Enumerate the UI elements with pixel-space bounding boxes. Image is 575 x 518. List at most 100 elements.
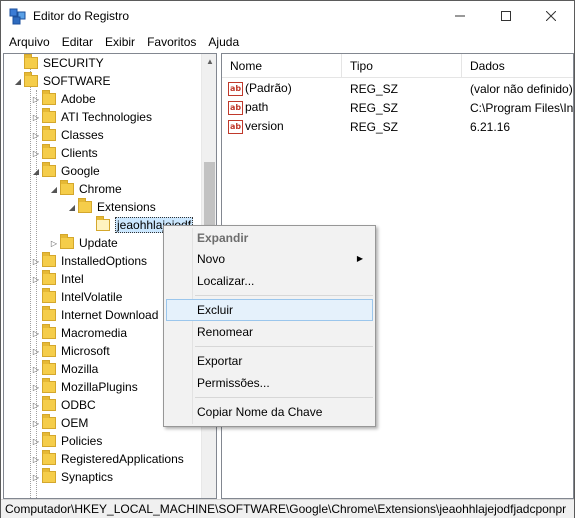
tree-item-label: MozillaPlugins [61, 380, 138, 394]
expand-icon[interactable]: ▷ [30, 360, 42, 378]
value-row[interactable]: ab (Padrão) REG_SZ (valor não definido) [222, 79, 573, 98]
column-header-data[interactable]: Dados [462, 54, 573, 78]
maximize-button[interactable] [483, 1, 529, 31]
column-header-name[interactable]: Nome [222, 54, 342, 78]
value-data: C:\Program Files\In [470, 100, 574, 115]
tree-item-security[interactable]: SECURITY [12, 54, 104, 72]
collapse-icon[interactable]: ◢ [30, 162, 42, 180]
folder-icon [78, 198, 92, 213]
tree-item-intel[interactable]: ▷ Intel [30, 270, 84, 288]
menu-item-export[interactable]: Exportar [166, 350, 373, 372]
menu-item-find[interactable]: Localizar... [166, 270, 373, 292]
folder-icon [42, 108, 56, 123]
expand-icon[interactable]: ▷ [30, 270, 42, 288]
scroll-up-icon[interactable]: ▲ [202, 54, 216, 70]
tree-item-label: Mozilla [61, 362, 99, 376]
folder-icon [42, 396, 56, 411]
tree-item-mozilla[interactable]: ▷ Mozilla [30, 360, 98, 378]
tree-item-classes[interactable]: ▷ Classes [30, 126, 104, 144]
menu-item-copy-key-name[interactable]: Copiar Nome da Chave [166, 401, 373, 423]
value-type: REG_SZ [350, 81, 399, 96]
value-type: REG_SZ [350, 100, 399, 115]
tree-item-software[interactable]: ◢ SOFTWARE [12, 72, 111, 90]
expand-icon[interactable]: ▷ [30, 432, 42, 450]
menu-item-rename[interactable]: Renomear [166, 321, 373, 343]
menu-editar[interactable]: Editar [56, 32, 99, 52]
tree-item-macromedia[interactable]: ▷ Macromedia [30, 324, 127, 342]
tree-item-internet-download[interactable]: Internet Download [30, 306, 158, 324]
folder-icon [42, 288, 56, 303]
tree-item-chrome[interactable]: ◢ Chrome [48, 180, 122, 198]
tree-item-installedoptions[interactable]: ▷ InstalledOptions [30, 252, 147, 270]
string-value-icon: ab [228, 81, 243, 96]
tree-item-label: Synaptics [61, 470, 114, 484]
tree-item-clients[interactable]: ▷ Clients [30, 144, 98, 162]
tree-item-intelvolatile[interactable]: IntelVolatile [30, 288, 122, 306]
folder-icon [42, 360, 56, 375]
expand-icon[interactable]: ▷ [30, 126, 42, 144]
tree-item-extensions[interactable]: ◢ Extensions [66, 198, 156, 216]
column-header-type[interactable]: Tipo [342, 54, 462, 78]
menu-ajuda[interactable]: Ajuda [202, 32, 245, 52]
expand-icon[interactable]: ▷ [48, 234, 60, 252]
tree-item-label: Policies [61, 434, 103, 448]
value-data: 6.21.16 [470, 119, 511, 134]
menu-exibir[interactable]: Exibir [99, 32, 141, 52]
expand-icon[interactable]: ▷ [30, 324, 42, 342]
expand-icon[interactable] [84, 216, 96, 234]
menu-item-permissions[interactable]: Permissões... [166, 372, 373, 394]
tree-item-registeredapplications[interactable]: ▷ RegisteredApplications [30, 450, 184, 468]
menu-item-new[interactable]: Novo ▶ [166, 248, 373, 270]
tree-item-label: OEM [61, 416, 89, 430]
expand-icon[interactable]: ▷ [30, 378, 42, 396]
close-button[interactable] [528, 1, 574, 31]
menu-favoritos[interactable]: Favoritos [141, 32, 202, 52]
expand-icon[interactable]: ▷ [30, 252, 42, 270]
expand-icon[interactable] [30, 288, 42, 306]
tree-item-synaptics[interactable]: ▷ Synaptics [30, 468, 113, 486]
tree-item-label: Chrome [79, 182, 122, 196]
expand-icon[interactable]: ▷ [30, 450, 42, 468]
folder-icon [42, 126, 56, 141]
collapse-icon[interactable]: ◢ [48, 180, 60, 198]
folder-icon [42, 450, 56, 465]
tree-item-oem[interactable]: ▷ OEM [30, 414, 88, 432]
string-value-icon: ab [228, 119, 243, 134]
expand-icon[interactable]: ▷ [30, 90, 42, 108]
tree-item-update[interactable]: ▷ Update [48, 234, 118, 252]
tree-item-policies[interactable]: ▷ Policies [30, 432, 102, 450]
collapse-icon[interactable]: ◢ [66, 198, 78, 216]
tree-item-adobe[interactable]: ▷ Adobe [30, 90, 96, 108]
tree-item-label: Internet Download [61, 308, 159, 322]
menu-item-expand[interactable]: Expandir [166, 227, 373, 249]
tree-item-mozillaplugins[interactable]: ▷ MozillaPlugins [30, 378, 138, 396]
expand-icon[interactable] [30, 306, 42, 324]
tree-item-label: InstalledOptions [61, 254, 148, 268]
minimize-icon [455, 15, 465, 17]
expand-icon[interactable]: ▷ [30, 468, 42, 486]
expand-icon[interactable]: ▷ [30, 342, 42, 360]
tree-item-ati-technologies[interactable]: ▷ ATI Technologies [30, 108, 152, 126]
menu-arquivo[interactable]: Arquivo [3, 32, 56, 52]
tree-item-google[interactable]: ◢ Google [30, 162, 100, 180]
menu-item-delete[interactable]: Excluir [166, 299, 373, 321]
tree-item-microsoft[interactable]: ▷ Microsoft [30, 342, 110, 360]
folder-icon [42, 378, 56, 393]
minimize-button[interactable] [437, 1, 483, 31]
tree-item-label: Adobe [61, 92, 96, 106]
collapse-icon[interactable]: ◢ [12, 72, 24, 90]
tree-item-label: Extensions [97, 200, 156, 214]
expand-icon[interactable]: ▷ [30, 414, 42, 432]
expand-icon[interactable]: ▷ [30, 108, 42, 126]
expand-icon[interactable]: ▷ [30, 396, 42, 414]
value-row[interactable]: ab path REG_SZ C:\Program Files\In [222, 98, 574, 117]
registry-editor-window: Editor do Registro Arquivo Editar Exibir… [0, 0, 575, 518]
folder-icon [60, 234, 74, 249]
tree-item-odbc[interactable]: ▷ ODBC [30, 396, 96, 414]
tree-item-label: Classes [61, 128, 104, 142]
expand-icon[interactable]: ▷ [30, 144, 42, 162]
title-bar[interactable]: Editor do Registro [1, 1, 574, 31]
expand-icon[interactable] [12, 54, 24, 72]
maximize-icon [501, 11, 511, 21]
value-row[interactable]: ab version REG_SZ 6.21.16 [222, 117, 573, 136]
